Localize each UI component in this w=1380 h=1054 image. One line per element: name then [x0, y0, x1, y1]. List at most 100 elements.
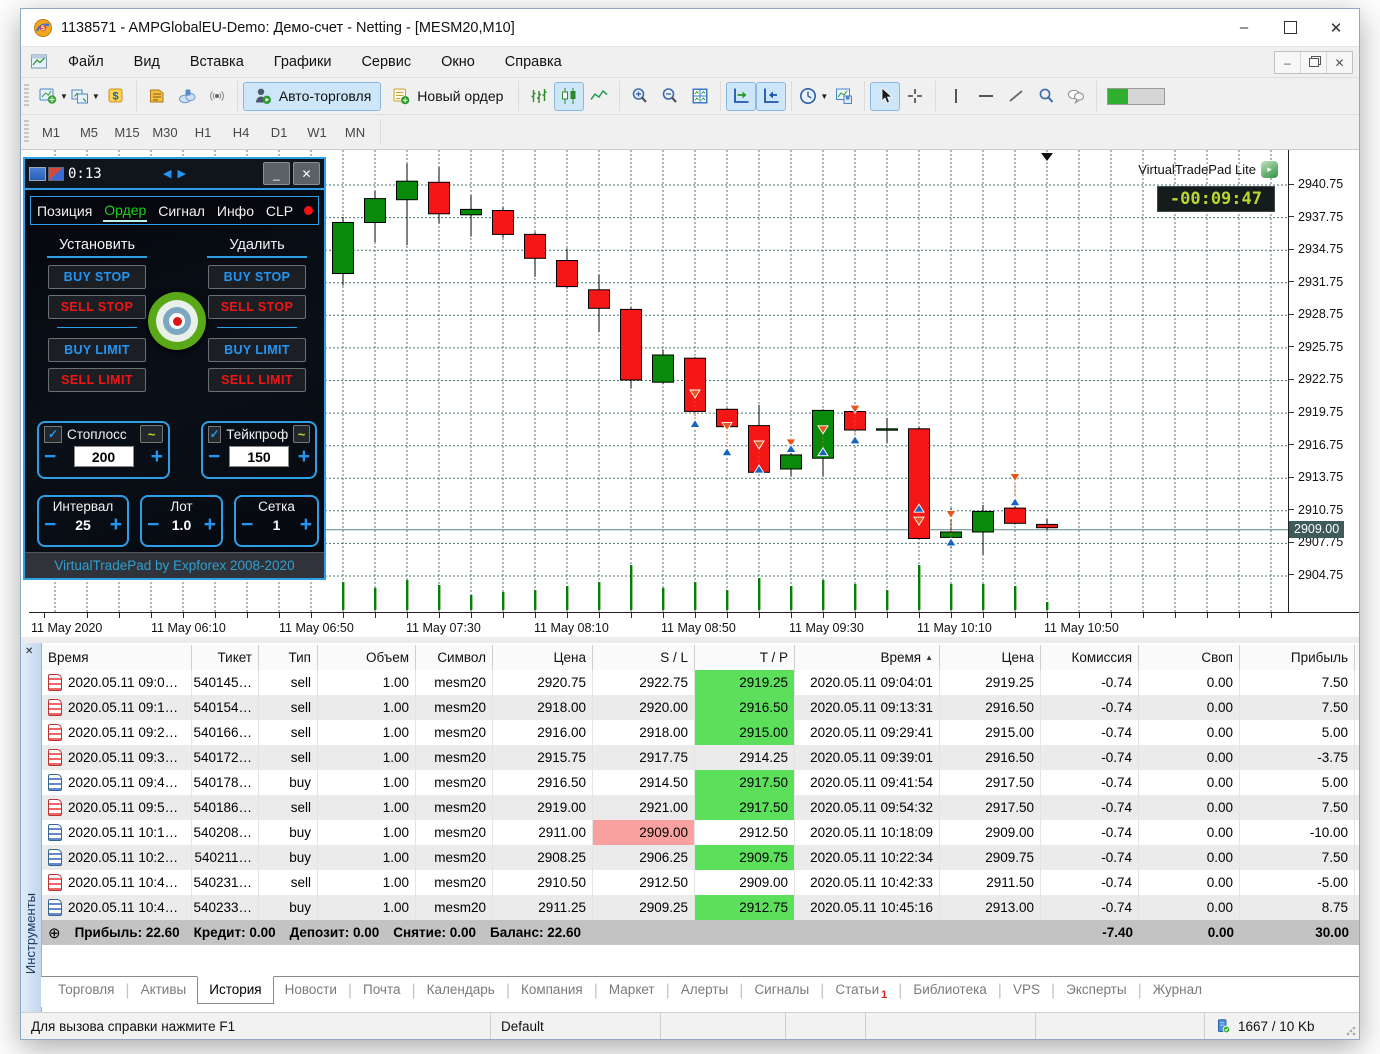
- tradepad-minimize-button[interactable]: _: [263, 162, 290, 185]
- takeprofit-trailing-icon[interactable]: ~: [293, 425, 310, 443]
- interval-value[interactable]: 25: [75, 517, 91, 533]
- history-center[interactable]: [143, 83, 171, 110]
- cloud-storage[interactable]: [173, 83, 201, 110]
- lot-plus-button[interactable]: +: [204, 514, 216, 535]
- line-view[interactable]: [585, 83, 613, 110]
- cursor-tool[interactable]: [870, 81, 901, 111]
- zoom-in[interactable]: [626, 83, 654, 110]
- tab-12[interactable]: Библиотека: [902, 977, 997, 1003]
- history-row[interactable]: 2020.05.11 09:4… 540178… buy 1.00 mesm20 2916…: [42, 770, 1359, 795]
- interval-minus-button[interactable]: −: [44, 514, 56, 535]
- timeframes-menu[interactable]: ▼: [798, 83, 828, 110]
- tab-5[interactable]: Почта: [352, 977, 412, 1003]
- column-header-2[interactable]: Тип: [259, 645, 318, 670]
- tradepad-tab-5[interactable]: CLP: [265, 201, 294, 221]
- timeframe-m5[interactable]: M5: [70, 125, 108, 140]
- column-header-10[interactable]: Комиссия: [1041, 645, 1139, 670]
- resize-grip[interactable]: [1346, 1026, 1356, 1036]
- timeframe-h4[interactable]: H4: [222, 125, 260, 140]
- menu-item-5[interactable]: Окно: [426, 47, 490, 77]
- interval-plus-button[interactable]: +: [110, 514, 122, 535]
- tab-15[interactable]: Журнал: [1142, 977, 1213, 1003]
- timeframe-d1[interactable]: D1: [260, 125, 298, 140]
- chart-profiles[interactable]: ▼: [70, 83, 100, 110]
- menu-item-0[interactable]: Файл: [53, 47, 119, 77]
- toolbar-grip[interactable]: [24, 84, 29, 108]
- new-order[interactable]: Новый ордер: [382, 83, 512, 110]
- candles-view[interactable]: [554, 81, 585, 111]
- expand-icon[interactable]: ⊕: [48, 924, 61, 942]
- new-chart[interactable]: ▼: [38, 83, 68, 110]
- comments-tool[interactable]: [1062, 83, 1090, 110]
- tab-6[interactable]: Календарь: [416, 977, 506, 1003]
- timeframe-m15[interactable]: M15: [108, 125, 146, 140]
- history-row[interactable]: 2020.05.11 10:2… 540211… buy 1.00 mesm20 2908…: [42, 845, 1359, 870]
- tile-windows[interactable]: [686, 83, 714, 110]
- signals-service[interactable]: [203, 83, 231, 110]
- column-header-12[interactable]: Прибыль: [1240, 645, 1355, 670]
- tradepad-close-button[interactable]: ✕: [293, 162, 320, 185]
- tab-4[interactable]: Новости: [274, 977, 348, 1003]
- menu-item-3[interactable]: Графики: [259, 47, 347, 77]
- mdi-restore-button[interactable]: [1300, 52, 1326, 73]
- timeframe-h1[interactable]: H1: [184, 125, 222, 140]
- trendline-tool[interactable]: [1002, 83, 1030, 110]
- lot-value[interactable]: 1.0: [172, 517, 191, 533]
- menu-item-4[interactable]: Сервис: [346, 47, 426, 77]
- column-header-3[interactable]: Объем: [318, 645, 416, 670]
- magnifier-tool[interactable]: [1032, 83, 1060, 110]
- delete-sell-limit-button[interactable]: SELL LIMIT: [208, 368, 306, 392]
- templates-menu[interactable]: [830, 83, 858, 110]
- tradepad-tab-4[interactable]: Инфо: [216, 201, 255, 221]
- auto-scroll[interactable]: [726, 81, 757, 111]
- column-header-4[interactable]: Символ: [416, 645, 493, 670]
- column-header-9[interactable]: Цена: [940, 645, 1041, 670]
- menu-item-1[interactable]: Вид: [119, 47, 175, 77]
- tab-11[interactable]: Статьи 1: [824, 977, 898, 1007]
- takeprofit-checkbox[interactable]: ✓: [208, 425, 222, 443]
- tab-10[interactable]: Сигналы: [743, 977, 820, 1003]
- grid-minus-button[interactable]: −: [241, 514, 253, 535]
- timeframe-mn[interactable]: MN: [336, 125, 374, 140]
- column-header-7[interactable]: T / P: [695, 645, 795, 670]
- tradepad-next-arrow[interactable]: ▶: [177, 168, 191, 180]
- set-sell-limit-button[interactable]: SELL LIMIT: [48, 368, 146, 392]
- tradepad-tab-2[interactable]: Ордер: [103, 200, 148, 222]
- history-row[interactable]: 2020.05.11 10:1… 540208… buy 1.00 mesm20 2911…: [42, 820, 1359, 845]
- tab-2[interactable]: Активы: [130, 977, 198, 1003]
- column-header-1[interactable]: Тикет: [192, 645, 259, 670]
- bars-view[interactable]: [525, 83, 553, 110]
- tab-9[interactable]: Алерты: [670, 977, 740, 1003]
- tradepad-prev-arrow[interactable]: ◀: [163, 168, 177, 180]
- column-header-8[interactable]: Время ▲: [795, 645, 940, 670]
- crosshair-tool[interactable]: [901, 83, 929, 110]
- stoploss-plus-button[interactable]: +: [151, 446, 163, 467]
- history-row[interactable]: 2020.05.11 09:5… 540186… sell 1.00 mesm20 291…: [42, 795, 1359, 820]
- column-header-11[interactable]: Своп: [1139, 645, 1240, 670]
- history-row[interactable]: 2020.05.11 09:1… 540154… sell 1.00 mesm20 291…: [42, 695, 1359, 720]
- tradepad-tab-3[interactable]: Сигнал: [157, 201, 206, 221]
- autotrade-toggle[interactable]: Авто-торговля: [242, 81, 382, 111]
- lot-minus-button[interactable]: −: [147, 514, 159, 535]
- timeframe-w1[interactable]: W1: [298, 125, 336, 140]
- delete-buy-stop-button[interactable]: BUY STOP: [208, 265, 306, 289]
- history-row[interactable]: 2020.05.11 09:2… 540166… sell 1.00 mesm20 291…: [42, 720, 1359, 745]
- tab-8[interactable]: Маркет: [598, 977, 666, 1003]
- market-watch[interactable]: $: [102, 83, 130, 110]
- window-minimize-button[interactable]: –: [1221, 9, 1267, 46]
- stoploss-checkbox[interactable]: ✓: [44, 425, 62, 443]
- tradepad-tab-1[interactable]: Позиция: [36, 201, 93, 221]
- menu-item-6[interactable]: Справка: [490, 47, 577, 77]
- zoom-out[interactable]: [656, 83, 684, 110]
- column-header-0[interactable]: Время: [42, 645, 192, 670]
- tradepad-header[interactable]: 0:13 ◀▶ _ ✕: [25, 159, 324, 190]
- vline-tool[interactable]: [942, 83, 970, 110]
- timeframe-m1[interactable]: M1: [32, 125, 70, 140]
- status-profile[interactable]: Default: [491, 1013, 661, 1039]
- stoploss-minus-button[interactable]: −: [44, 446, 56, 467]
- tfbar-grip[interactable]: [24, 120, 29, 144]
- takeprofit-value[interactable]: 150: [229, 446, 289, 467]
- history-row[interactable]: 2020.05.11 09:3… 540172… sell 1.00 mesm20 291…: [42, 745, 1359, 770]
- timeframe-m30[interactable]: M30: [146, 125, 184, 140]
- hline-tool[interactable]: [972, 83, 1000, 110]
